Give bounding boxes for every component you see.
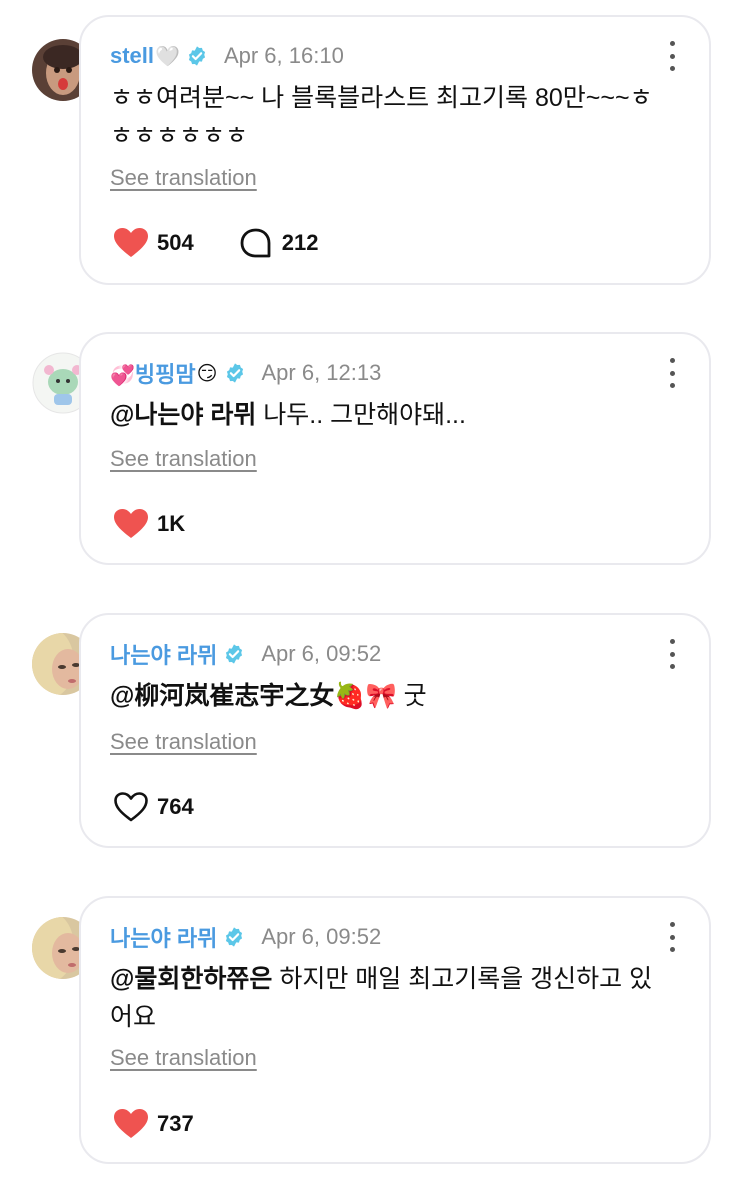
comment-text-line: ㅎㅎ여려분~~ 나 블록블라스트 최고기록 80만~~~ㅎ [110,84,653,112]
like-button[interactable]: 1K [113,508,185,540]
verified-badge-icon [226,927,243,947]
comment-text: @柳河岚崔志宇之女🍓🎀 굿 [110,677,680,715]
comment-body: 하지만 매일 최고기록을 갱신하고 있 [272,965,653,993]
reply-count: 212 [281,230,319,255]
comment-actions: 1K [113,508,229,540]
comment-text: ㅎㅎ여려분~~ 나 블록블라스트 최고기록 80만~~~ㅎ ㅎㅎㅎㅎㅎㅎ [110,79,680,155]
comment-body: 굿 [396,682,427,710]
see-translation-link[interactable]: See translation [110,1045,257,1071]
reply-button[interactable]: 212 [238,227,319,259]
see-translation-link[interactable]: See translation [110,446,257,472]
comment-header: stell 🤍 Apr 6, 16:10 [110,41,344,71]
verified-badge-icon [188,46,206,66]
author-name[interactable]: 💞빙핑맘 [110,357,196,389]
author-prefix-emoji: 💞 [110,365,135,387]
comment-body: 나두.. 그만해야돼... [256,401,466,429]
like-count: 764 [157,794,194,819]
like-count: 1K [157,511,186,536]
verified-badge-icon [226,644,243,664]
like-count: 504 [157,230,194,255]
more-vertical-icon[interactable] [665,922,679,952]
comment-header: 나는야 라뮈 Apr 6, 09:52 [110,922,381,952]
comment-actions: 764 [113,791,238,823]
author-emoji: 😏 [196,362,218,385]
comment-text-line: ㅎㅎㅎㅎㅎㅎ [110,122,249,150]
timestamp: Apr 6, 09:52 [261,641,382,666]
verified-badge-icon [226,363,243,383]
heart-outline-icon [114,792,148,822]
comment-card: 💞빙핑맘 😏 Apr 6, 12:13 @나는야 라뮈 나두.. 그만해야돼..… [79,332,711,565]
more-vertical-icon[interactable] [665,639,679,669]
author-name-text: 빙핑맘 [134,362,196,387]
timestamp: Apr 6, 16:10 [223,43,344,68]
heart-icon [114,509,148,538]
mention-link[interactable]: @물회한하쮸은 [110,965,272,993]
like-button[interactable]: 737 [113,1108,194,1140]
see-translation-link[interactable]: See translation [110,165,257,191]
comment-text: @나는야 라뮈 나두.. 그만해야돼... [110,396,680,434]
comment-header: 💞빙핑맘 😏 Apr 6, 12:13 [110,358,381,388]
author-name[interactable]: 나는야 라뮈 [110,638,217,670]
mention-link[interactable]: @나는야 라뮈 [110,401,256,429]
heart-icon [114,228,148,257]
more-vertical-icon[interactable] [665,358,679,388]
author-emoji: 🤍 [155,45,180,68]
comment-text: @물회한하쮸은 하지만 매일 최고기록을 갱신하고 있 어요 [110,960,680,1036]
like-button[interactable]: 504 [113,227,194,259]
like-count: 737 [157,1111,194,1136]
comment-actions: 737 [113,1108,238,1140]
heart-icon [114,1109,148,1138]
timestamp: Apr 6, 12:13 [261,360,382,385]
comment-text-line: 어요 [110,1003,157,1031]
see-translation-link[interactable]: See translation [110,729,257,755]
author-name[interactable]: stell [110,43,154,69]
comment-actions: 504 212 [113,227,362,259]
comment-card: 나는야 라뮈 Apr 6, 09:52 @물회한하쮸은 하지만 매일 최고기록을… [79,896,711,1164]
comment-card: stell 🤍 Apr 6, 16:10 ㅎㅎ여려분~~ 나 블록블라스트 최고… [79,15,711,285]
like-button[interactable]: 764 [113,791,194,823]
comment-text-line: @물회한하쮸은 하지만 매일 최고기록을 갱신하고 있 [110,960,680,998]
speech-bubble-icon [240,228,271,258]
comment-card: 나는야 라뮈 Apr 6, 09:52 @柳河岚崔志宇之女🍓🎀 굿 See tr… [79,613,711,848]
author-name[interactable]: 나는야 라뮈 [110,921,217,953]
more-vertical-icon[interactable] [665,41,679,71]
mention-link[interactable]: @柳河岚崔志宇之女🍓🎀 [110,682,397,710]
comment-header: 나는야 라뮈 Apr 6, 09:52 [110,639,381,669]
timestamp: Apr 6, 09:52 [261,924,382,949]
